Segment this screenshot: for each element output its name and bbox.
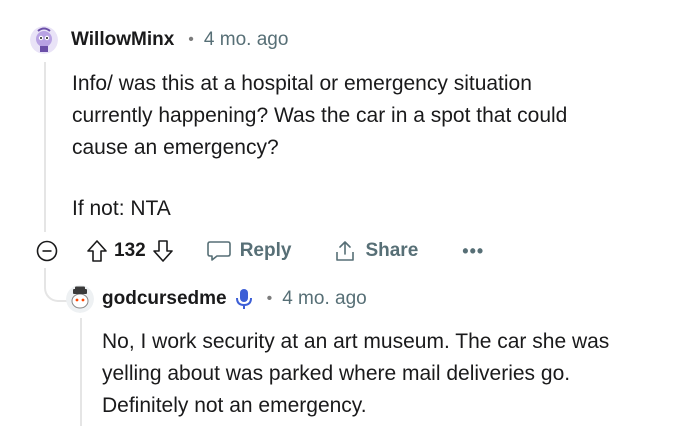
more-options-button[interactable]: ••• (462, 241, 484, 262)
comment-body-line: cause an emergency? (72, 136, 279, 159)
downvote-button[interactable] (152, 239, 174, 263)
reply-header: godcursedme • 4 mo. ago (66, 285, 367, 313)
reply-body-line: No, I work security at an art museum. Th… (102, 330, 610, 353)
reply-body-line: Definitely not an emergency. (102, 394, 367, 417)
microphone-badge-icon (235, 287, 253, 311)
thread-line-main[interactable] (44, 62, 46, 232)
minus-circle-icon (36, 240, 58, 262)
avatar[interactable] (30, 26, 58, 54)
upvote-button[interactable] (86, 239, 108, 263)
comment-body: Info/ was this at a hospital or emergenc… (72, 68, 567, 225)
reply-avatar[interactable] (66, 285, 94, 313)
vote-count: 132 (114, 240, 146, 261)
reply-timestamp[interactable]: 4 mo. ago (282, 288, 367, 310)
comment-header: WillowMinx • 4 mo. ago (30, 26, 288, 54)
reply-label: Reply (239, 240, 292, 261)
speech-bubble-icon (206, 241, 231, 261)
thread-connector (44, 268, 68, 302)
comment-body-verdict: If not: NTA (72, 197, 171, 220)
timestamp[interactable]: 4 mo. ago (204, 29, 289, 51)
share-upload-icon (336, 241, 355, 261)
reply-body-line: yelling about was parked where mail deli… (102, 362, 571, 385)
separator-dot: • (188, 31, 194, 48)
reply-button[interactable]: Reply (206, 239, 292, 263)
reply-username[interactable]: godcursedme (102, 288, 227, 310)
comment-body-line: currently happening? Was the car in a sp… (72, 104, 568, 127)
collapse-button[interactable] (36, 240, 58, 262)
separator-dot: • (266, 290, 273, 307)
arrow-up-outline-icon (87, 240, 107, 262)
comment-action-bar: 132 Reply Share ••• (36, 233, 484, 269)
share-button[interactable]: Share (333, 239, 418, 263)
avatar-icon (66, 285, 94, 313)
arrow-down-outline-icon (152, 240, 173, 262)
reply-body: No, I work security at an art museum. Th… (102, 326, 609, 422)
username[interactable]: WillowMinx (71, 29, 174, 51)
share-label: Share (365, 240, 419, 261)
avatar-icon (30, 26, 58, 54)
comment-body-line: Info/ was this at a hospital or emergenc… (72, 72, 532, 95)
thread-line-reply[interactable] (80, 318, 82, 426)
